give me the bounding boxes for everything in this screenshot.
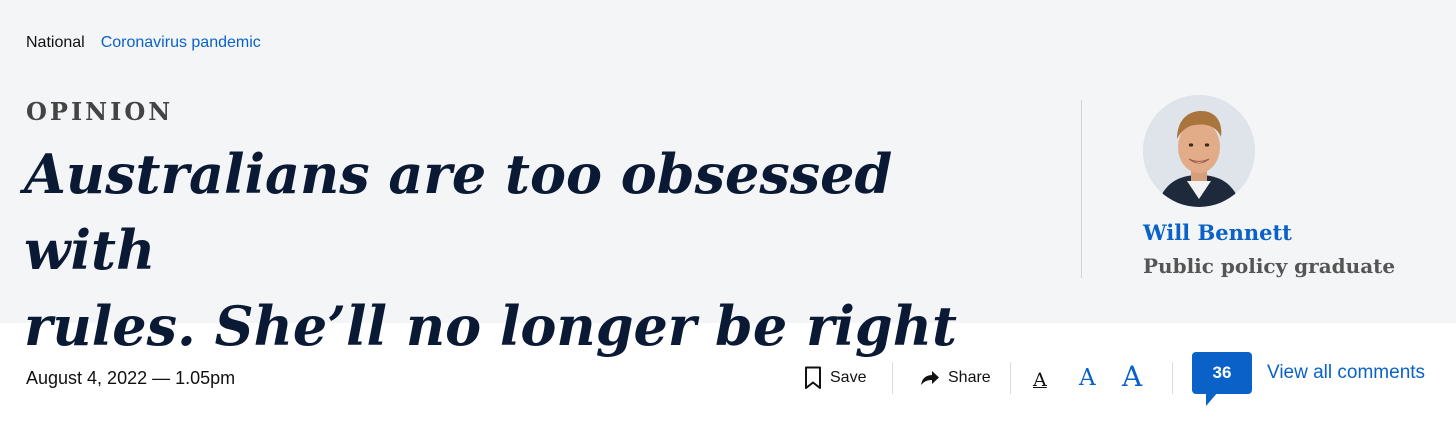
author-avatar[interactable] (1143, 95, 1255, 207)
share-arrow-icon (921, 371, 939, 385)
bookmark-icon (805, 366, 821, 389)
article-kicker: OPINION (26, 97, 174, 126)
author-name-link[interactable]: Will Bennett (1143, 220, 1292, 245)
headline-line-1: Australians are too obsessed with (24, 142, 893, 282)
save-label: Save (830, 369, 867, 386)
author-role: Public policy graduate (1143, 254, 1396, 278)
toolbar-divider (1172, 362, 1173, 394)
breadcrumb-topic-link[interactable]: Coronavirus pandemic (101, 34, 261, 52)
share-label: Share (948, 369, 991, 386)
comment-count-badge[interactable]: 36 (1192, 352, 1252, 394)
publish-date: August 4, 2022 — 1.05pm (26, 368, 236, 388)
toolbar-divider (892, 362, 893, 394)
comment-bubble-tail-icon (1206, 392, 1218, 406)
share-button[interactable]: Share (920, 362, 991, 394)
font-size-medium-button[interactable]: A (1079, 365, 1096, 391)
article-headline: Australians are too obsessed with rules.… (24, 136, 1024, 364)
font-size-small-button[interactable]: A (1033, 369, 1047, 391)
article-header: National Coronavirus pandemic OPINION Au… (0, 0, 1456, 358)
breadcrumb-section-link[interactable]: National (26, 34, 85, 52)
toolbar-divider (1010, 362, 1011, 394)
header-divider (1081, 100, 1082, 278)
view-all-comments-link[interactable]: View all comments (1267, 362, 1425, 384)
breadcrumb: National Coronavirus pandemic (26, 34, 261, 52)
save-button[interactable]: Save (804, 362, 866, 394)
font-size-large-button[interactable]: A (1122, 360, 1142, 393)
headline-line-2: rules. She’ll no longer be right (24, 294, 957, 358)
